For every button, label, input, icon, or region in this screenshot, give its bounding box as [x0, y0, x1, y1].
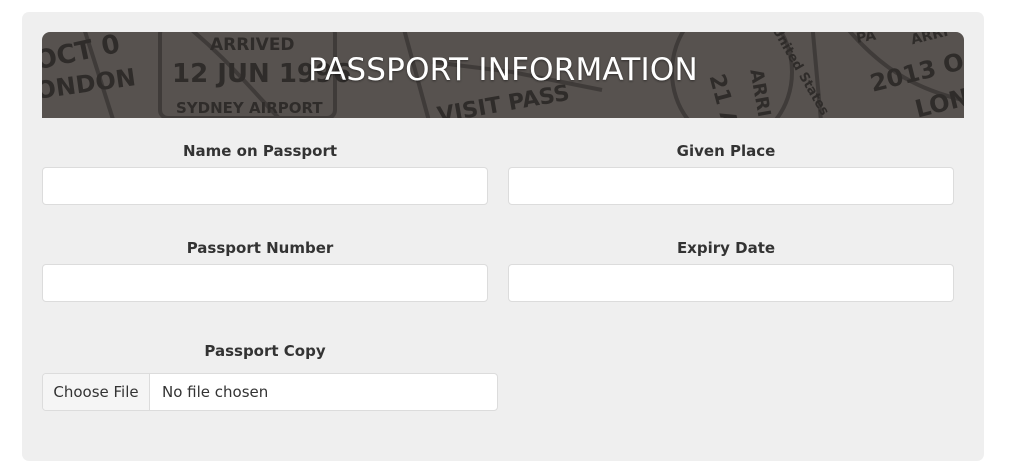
given-place-input[interactable]: [508, 167, 954, 205]
expiry-date-label: Expiry Date: [676, 239, 776, 257]
passport-number-label: Passport Number: [186, 239, 334, 257]
file-status-text: No file chosen: [162, 383, 269, 401]
passport-form-card: OCT 0 LONDON ARRIVED 12 JUN 1996 SYDNEY …: [22, 12, 984, 461]
choose-file-button[interactable]: Choose File: [43, 374, 150, 410]
name-on-passport-label: Name on Passport: [182, 142, 338, 160]
stamp-text-pa: PA: [855, 32, 877, 47]
given-place-label: Given Place: [676, 142, 776, 160]
passport-copy-label: Passport Copy: [204, 342, 326, 360]
passport-banner: OCT 0 LONDON ARRIVED 12 JUN 1996 SYDNEY …: [42, 32, 964, 118]
passport-number-input[interactable]: [42, 264, 488, 302]
passport-copy-file-input[interactable]: Choose File No file chosen: [42, 373, 498, 411]
name-on-passport-input[interactable]: [42, 167, 488, 205]
stamp-text-airport: SYDNEY AIRPORT: [176, 99, 323, 117]
stamp-text-lon: LON: [912, 83, 964, 118]
page-title: PASSPORT INFORMATION: [308, 52, 698, 88]
stamp-text-arr-top: ARRI: [909, 32, 949, 48]
expiry-date-input[interactable]: [508, 264, 954, 302]
